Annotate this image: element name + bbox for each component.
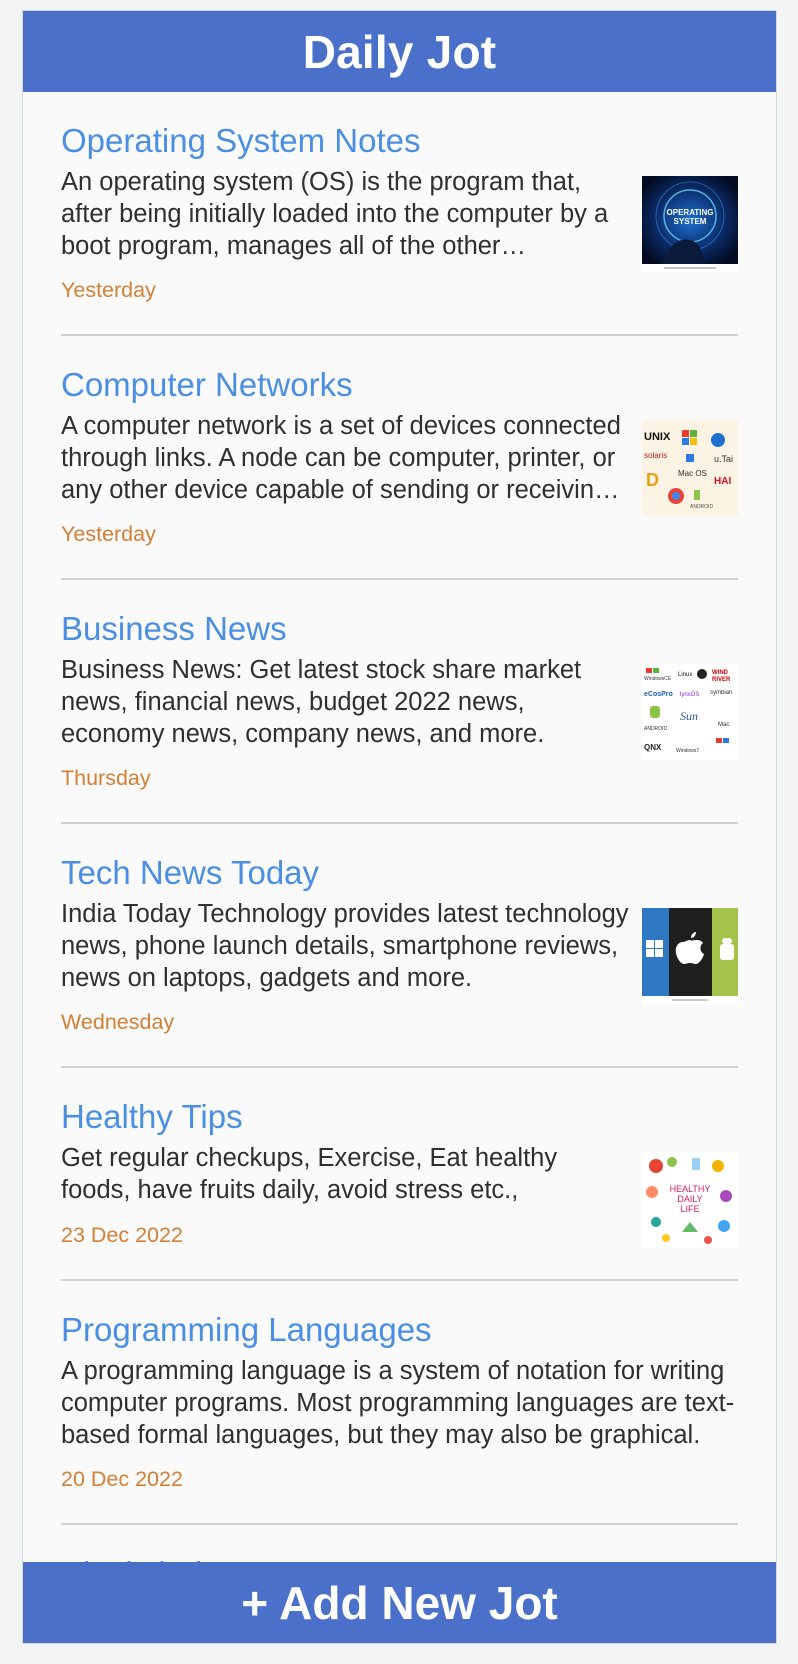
svg-text:RIVER: RIVER: [712, 677, 731, 683]
svg-text:UNIX: UNIX: [644, 431, 671, 443]
jot-date: Yesterday: [61, 522, 156, 546]
jot-preview: A programming language is a system of no…: [61, 1357, 735, 1449]
add-new-jot-button[interactable]: + Add New Jot: [23, 1562, 776, 1643]
svg-text:WIND: WIND: [712, 670, 729, 676]
os-logos-collage-thumbnail: UNIX solaris u.Tai D Mac OS HAI ANDROID: [642, 420, 738, 516]
jot-date: 23 Dec 2022: [61, 1223, 183, 1247]
svg-text:solaris: solaris: [644, 451, 667, 460]
svg-text:D: D: [646, 470, 659, 490]
jot-date: Wednesday: [61, 1010, 175, 1034]
svg-text:ANDROID: ANDROID: [690, 504, 713, 510]
svg-text:OPERATING: OPERATING: [667, 208, 714, 217]
jot-date: Yesterday: [61, 278, 156, 302]
jot-preview: India Today Technology provides latest t…: [61, 900, 629, 992]
jot-item[interactable]: Computer Networks A computer network is …: [61, 336, 738, 580]
jot-title[interactable]: Operating System Notes: [61, 122, 421, 160]
svg-text:eCosPro: eCosPro: [644, 691, 673, 698]
os-logos-grid-thumbnail: WindowsCE Linux WIND RIVER eCosPro lynxO…: [642, 664, 738, 760]
app-frame: Daily Jot Operating System Notes An oper…: [22, 10, 777, 1644]
jot-item[interactable]: Programming Languages A programming lang…: [61, 1281, 738, 1525]
svg-text:DAILY: DAILY: [677, 1194, 702, 1204]
jot-item[interactable]: Business News Business News: Get latest …: [61, 580, 738, 824]
svg-text:SYSTEM: SYSTEM: [674, 217, 707, 226]
jot-preview: Business News: Get latest stock share ma…: [61, 656, 582, 748]
svg-text:symbian: symbian: [710, 690, 732, 696]
healthy-daily-life-thumbnail: HEALTHY DAILY LIFE: [642, 1152, 738, 1248]
jot-preview: Get regular checkups, Exercise, Eat heal…: [61, 1144, 558, 1204]
jot-date: 20 Dec 2022: [61, 1467, 183, 1491]
jot-title[interactable]: Tech News Today: [61, 854, 319, 892]
jot-title[interactable]: Programming Languages: [61, 1311, 432, 1349]
jot-preview: An operating system (OS) is the program …: [61, 168, 609, 260]
svg-text:Windows7: Windows7: [676, 748, 699, 754]
jot-title[interactable]: Computer Networks: [61, 366, 353, 404]
svg-text:Mac OS: Mac OS: [678, 469, 707, 478]
svg-text:Mac: Mac: [718, 722, 729, 728]
jot-item[interactable]: Healthy Tips Get regular checkups, Exerc…: [61, 1068, 738, 1281]
svg-text:LIFE: LIFE: [680, 1204, 699, 1214]
svg-text:QNX: QNX: [644, 743, 662, 752]
jot-preview: A computer network is a set of devices c…: [61, 412, 621, 504]
svg-text:HEALTHY: HEALTHY: [670, 1184, 711, 1194]
operating-system-thumbnail: OPERATING SYSTEM: [642, 176, 738, 272]
jot-item[interactable]: Tech News Today India Today Technology p…: [61, 824, 738, 1068]
svg-text:Sun: Sun: [680, 709, 698, 723]
jot-title[interactable]: Healthy Tips: [61, 1098, 243, 1136]
jot-title[interactable]: Business News: [61, 610, 287, 648]
app-title: Daily Jot: [302, 25, 497, 78]
svg-text:ANDROID: ANDROID: [644, 726, 667, 732]
windows-apple-android-thumbnail: [642, 908, 738, 1004]
jot-date: Thursday: [61, 766, 151, 790]
jot-list[interactable]: Operating System Notes An operating syst…: [23, 92, 776, 1643]
svg-text:u.Tai: u.Tai: [714, 454, 733, 464]
svg-text:lynxOS: lynxOS: [680, 692, 699, 698]
svg-text:WindowsCE: WindowsCE: [644, 676, 672, 682]
svg-text:Linux: Linux: [678, 672, 692, 678]
add-new-jot-label: + Add New Jot: [241, 1576, 558, 1629]
svg-text:HAI: HAI: [714, 476, 731, 487]
jot-item[interactable]: Operating System Notes An operating syst…: [61, 92, 738, 336]
app-header: Daily Jot: [23, 11, 776, 92]
